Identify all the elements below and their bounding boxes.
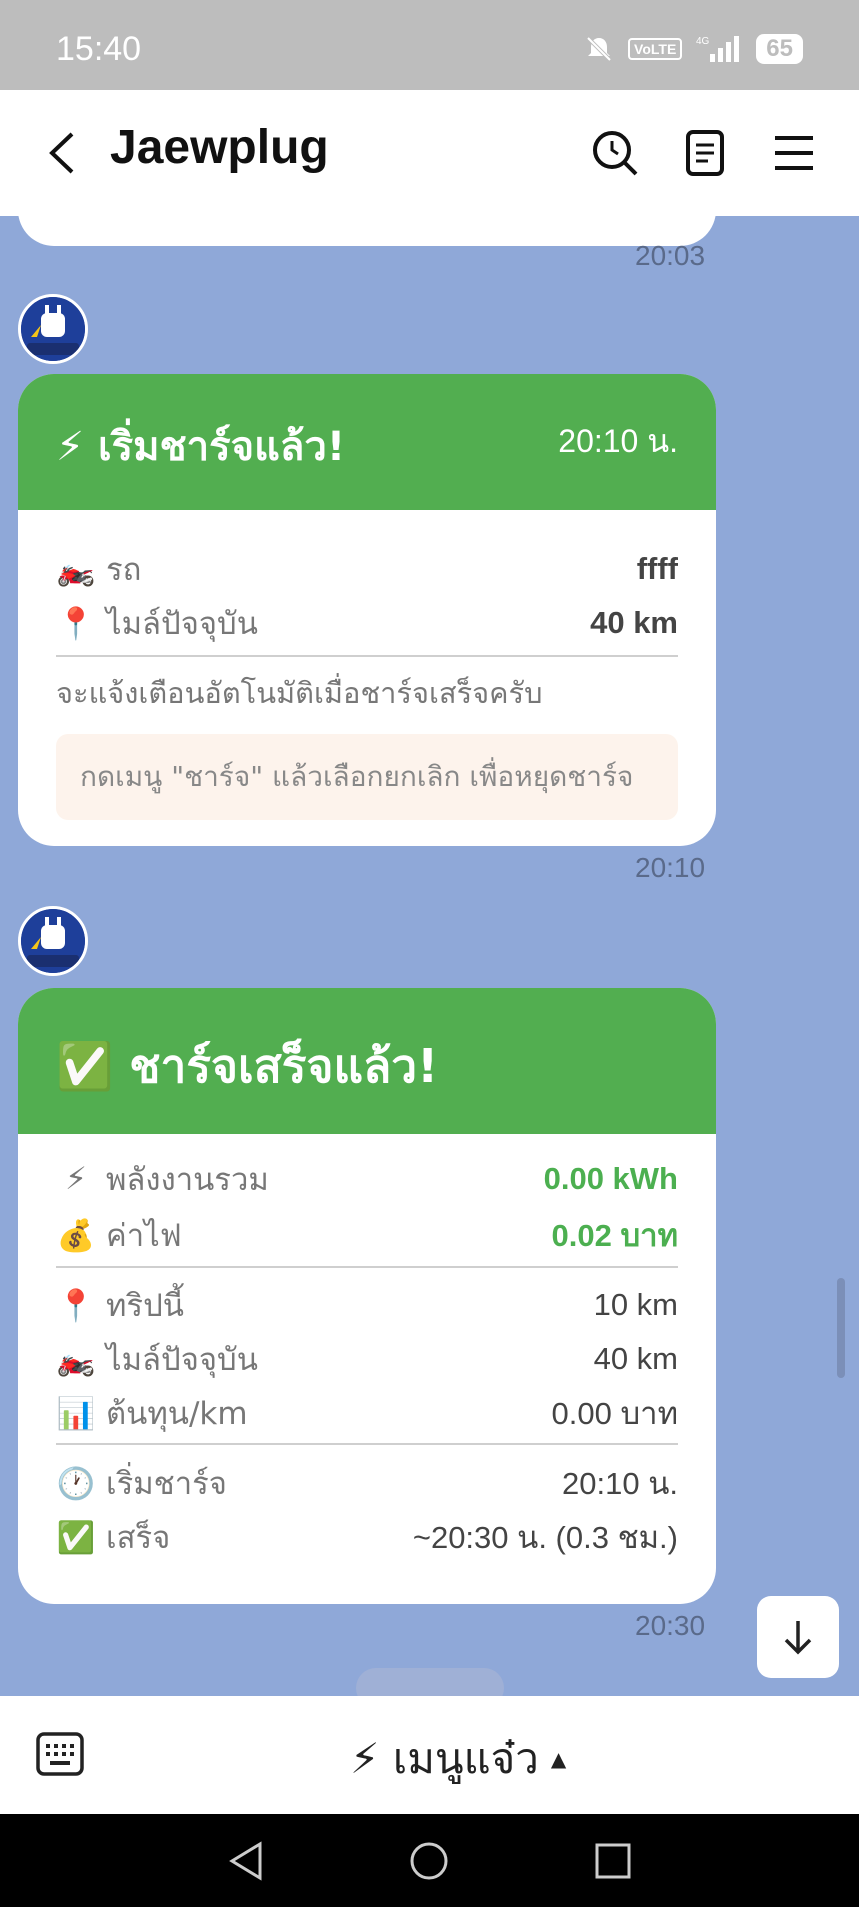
card-header: ✅ ชาร์จเสร็จแล้ว!: [18, 988, 716, 1134]
chat-header: Jaewplug: [0, 90, 859, 216]
plug-mascot-icon: [21, 297, 85, 361]
card-title: ⚡ เริ่มชาร์จแล้ว!: [56, 424, 346, 470]
message-timestamp: 20:30: [635, 1610, 706, 1641]
status-time: 15:40: [56, 30, 142, 68]
row-label: รถ: [106, 552, 142, 588]
notes-icon[interactable]: [680, 128, 730, 178]
divider: [56, 1443, 678, 1445]
divider: [56, 655, 678, 657]
back-triangle-icon[interactable]: [224, 1838, 270, 1884]
volte-badge: VoLTE: [628, 38, 683, 60]
bar-chart-icon: 📊: [56, 1395, 96, 1432]
row-label: ต้นทุน/km: [106, 1396, 248, 1432]
pin-icon: 📍: [56, 1287, 96, 1324]
row-label: ไมล์ปัจจุบัน: [106, 1342, 258, 1378]
vehicle-row: 🏍️ รถ ffff: [56, 544, 678, 594]
arrow-down-icon: [784, 1621, 812, 1655]
row-value: ffff: [636, 551, 678, 586]
system-nav-bar: [0, 1814, 859, 1907]
row-label: เสร็จ: [106, 1520, 171, 1556]
cost-per-km-row: 📊 ต้นทุน/km 0.00 บาท: [56, 1388, 678, 1438]
caret-up-icon: ▲: [550, 1747, 567, 1771]
divider: [56, 1266, 678, 1268]
scroll-to-bottom-button[interactable]: [757, 1596, 839, 1678]
message-timestamp: 20:10: [635, 852, 706, 883]
row-value: 0.00 kWh: [543, 1161, 678, 1196]
check-mark-icon: ✅: [56, 1519, 96, 1556]
cancel-hint: กดเมนู "ชาร์จ" แล้วเลือกยกเลิก เพื่อหยุด…: [56, 734, 678, 820]
row-value: 40 km: [593, 1341, 678, 1376]
cost-row: 💰 ค่าไฟ 0.02 บาท: [56, 1210, 678, 1260]
back-icon[interactable]: [42, 130, 82, 176]
card-time: 20:10 น.: [558, 423, 678, 459]
mute-bell-icon: [586, 36, 612, 62]
row-label: พลังงานรวม: [106, 1162, 269, 1198]
status-bar: 15:40 VoLTE 4G 65: [0, 0, 859, 90]
row-value: 10 km: [593, 1287, 678, 1322]
chat-title: Jaewplug: [110, 121, 329, 174]
keyboard-icon[interactable]: [36, 1732, 84, 1776]
previous-message-card: [18, 216, 716, 246]
battery-indicator: 65: [756, 34, 803, 64]
home-circle-icon[interactable]: [406, 1838, 452, 1884]
row-label: ทริปนี้: [106, 1288, 184, 1324]
card-title: ✅ ชาร์จเสร็จแล้ว!: [56, 1039, 439, 1093]
recents-square-icon[interactable]: [590, 1838, 636, 1884]
mileage-row: 🏍️ ไมล์ปัจจุบัน 40 km: [56, 1334, 678, 1384]
row-label: ค่าไฟ: [106, 1218, 182, 1254]
rich-menu-toggle[interactable]: ⚡ เมนูแจ๋ว ▲: [350, 1726, 566, 1792]
chat-scrollbar[interactable]: [837, 1278, 845, 1378]
auto-notify-note: จะแจ้งเตือนอัตโนมัติเมื่อชาร์จเสร็จครับ: [56, 676, 543, 710]
start-time-row: 🕐 เริ่มชาร์จ 20:10 น.: [56, 1458, 678, 1508]
clock-icon: 🕐: [56, 1465, 96, 1502]
row-value: 40 km: [590, 605, 678, 640]
message-timestamp: 20:03: [635, 240, 706, 271]
hamburger-menu-icon[interactable]: [769, 128, 819, 178]
lightning-icon: ⚡: [65, 1161, 87, 1197]
motorcycle-icon: 🏍️: [56, 551, 96, 588]
rich-menu-bar: ⚡ เมนูแจ๋ว ▲: [0, 1696, 859, 1814]
pin-icon: 📍: [56, 605, 96, 642]
charging-started-card: ⚡ เริ่มชาร์จแล้ว! 20:10 น. 🏍️ รถ ffff 📍 ไม…: [18, 374, 716, 846]
svg-text:4G: 4G: [696, 36, 710, 47]
search-icon[interactable]: [590, 128, 640, 178]
money-bag-icon: 💰: [56, 1217, 96, 1254]
row-value: 0.02 บาท: [551, 1218, 678, 1253]
energy-row: ⚡ พลังงานรวม 0.00 kWh: [56, 1154, 678, 1204]
bot-avatar[interactable]: [18, 294, 88, 364]
date-separator-pill: [356, 1668, 504, 1696]
chat-area[interactable]: 20:03 ⚡ เริ่มชาร์จแล้ว! 20:10 น. 🏍️ รถ ff…: [0, 216, 859, 1696]
signal-icon: 4G: [696, 36, 740, 62]
bot-avatar[interactable]: [18, 906, 88, 976]
row-value: 0.00 บาท: [551, 1396, 678, 1431]
plug-mascot-icon: [21, 909, 85, 973]
trip-row: 📍 ทริปนี้ 10 km: [56, 1280, 678, 1330]
mileage-row: 📍 ไมล์ปัจจุบัน 40 km: [56, 598, 678, 648]
row-label: ไมล์ปัจจุบัน: [106, 606, 258, 642]
card-header: ⚡ เริ่มชาร์จแล้ว! 20:10 น.: [18, 374, 716, 510]
status-icons: VoLTE 4G 65: [584, 34, 803, 64]
row-value: 20:10 น.: [562, 1466, 678, 1501]
finish-time-row: ✅ เสร็จ ~20:30 น. (0.3 ชม.): [56, 1512, 678, 1562]
row-value: ~20:30 น. (0.3 ชม.): [412, 1520, 678, 1555]
rich-menu-label: ⚡ เมนูแจ๋ว: [350, 1734, 539, 1783]
motorcycle-icon: 🏍️: [56, 1341, 96, 1378]
row-label: เริ่มชาร์จ: [106, 1466, 227, 1502]
charging-finished-card: ✅ ชาร์จเสร็จแล้ว! ⚡ พลังงานรวม 0.00 kWh 💰…: [18, 988, 716, 1604]
